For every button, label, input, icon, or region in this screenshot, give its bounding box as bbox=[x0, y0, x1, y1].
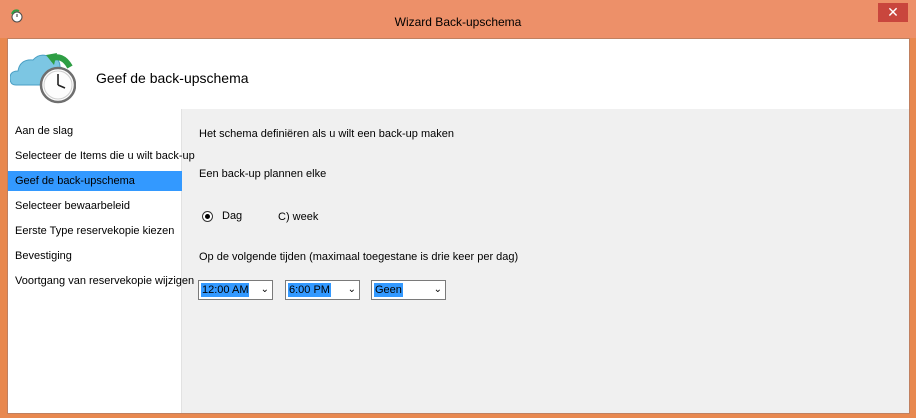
time-select-1-value: 12:00 AM bbox=[201, 283, 250, 297]
intro-text: Het schema definiëren als u wilt een bac… bbox=[199, 128, 454, 140]
nav-step-select-items[interactable]: Selecteer de Items die u wilt back-up bbox=[8, 146, 195, 166]
radio-daily[interactable] bbox=[202, 211, 213, 222]
wizard-steps-nav: Aan de slag Selecteer de Items die u wil… bbox=[8, 109, 195, 413]
cloud-clock-icon bbox=[10, 53, 76, 104]
close-button[interactable]: ✕ bbox=[878, 3, 908, 22]
nav-step-retention-policy[interactable]: Selecteer bewaarbeleid bbox=[8, 196, 182, 216]
wizard-header: Geef de back-upschema bbox=[8, 39, 909, 109]
title-bar[interactable]: Wizard Back-upschema ✕ bbox=[0, 0, 916, 38]
close-icon: ✕ bbox=[887, 4, 899, 20]
window-title: Wizard Back-upschema bbox=[394, 15, 522, 29]
radio-selected-dot bbox=[205, 214, 210, 219]
page-title: Geef de back-upschema bbox=[96, 70, 249, 86]
radio-daily-label[interactable]: Dag bbox=[222, 210, 242, 222]
wizard-window: Wizard Back-upschema ✕ Geef de back-upsc… bbox=[0, 0, 916, 418]
time-select-2[interactable]: 6:00 PM ⌄ bbox=[285, 280, 360, 300]
nav-step-getting-started[interactable]: Aan de slag bbox=[8, 121, 182, 141]
chevron-down-icon: ⌄ bbox=[347, 284, 356, 295]
nav-step-confirmation[interactable]: Bevestiging bbox=[8, 246, 182, 266]
frequency-label: Een back-up plannen elke bbox=[199, 168, 327, 180]
time-select-3[interactable]: Geen ⌄ bbox=[371, 280, 446, 300]
nav-step-initial-backup-type[interactable]: Eerste Type reservekopie kiezen bbox=[8, 221, 182, 241]
chevron-down-icon: ⌄ bbox=[260, 284, 269, 295]
nav-step-backup-schedule[interactable]: Geef de back-upschema bbox=[8, 171, 182, 191]
times-label: Op de volgende tijden (maximaal toegesta… bbox=[199, 251, 519, 263]
schedule-panel: Het schema definiëren als u wilt een bac… bbox=[182, 109, 909, 413]
chevron-down-icon: ⌄ bbox=[433, 284, 442, 295]
nav-step-progress[interactable]: Voortgang van reservekopie wijzigen bbox=[8, 271, 194, 291]
time-select-3-value: Geen bbox=[374, 283, 403, 297]
wizard-content: Geef de back-upschema Aan de slag Select… bbox=[7, 38, 910, 414]
radio-weekly-label[interactable]: C) week bbox=[278, 211, 318, 223]
time-select-2-value: 6:00 PM bbox=[288, 283, 331, 297]
time-select-1[interactable]: 12:00 AM ⌄ bbox=[198, 280, 273, 300]
